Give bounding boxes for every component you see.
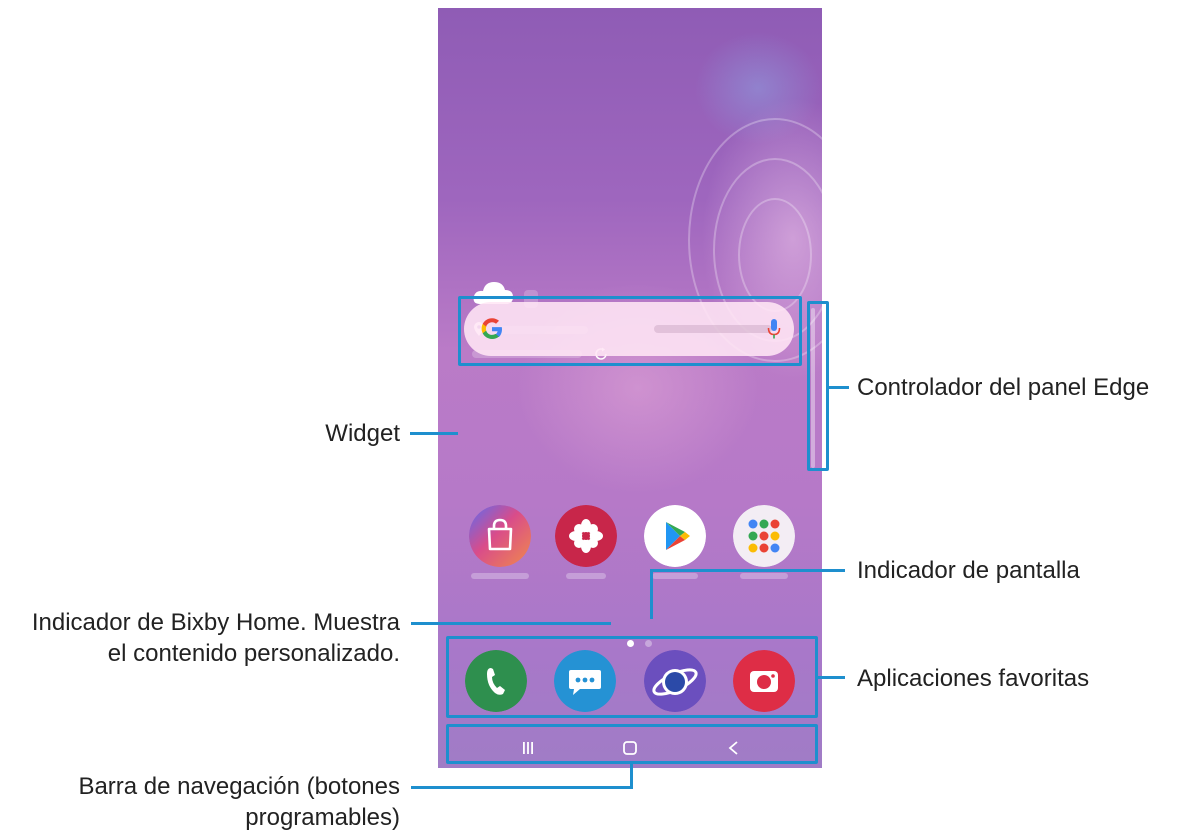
wallpaper-swirl <box>738 198 812 312</box>
navbar-callout-line <box>411 786 633 789</box>
google-folder-icon[interactable] <box>733 505 795 567</box>
navbar-callout-box <box>446 724 818 764</box>
bixby-callout-line <box>411 622 611 625</box>
widget-label: Widget <box>325 420 400 447</box>
edge-panel-callout-line <box>829 386 849 389</box>
play-store-icon[interactable] <box>644 505 706 567</box>
gallery-icon[interactable] <box>555 505 617 567</box>
edge-panel-callout-box <box>807 301 829 471</box>
nav-bar-label-line2: programables) <box>245 804 400 831</box>
nav-bar-label-line1: Barra de navegación (botones <box>78 773 400 800</box>
app-label-blur <box>740 573 788 579</box>
widget-callout-line <box>410 432 458 435</box>
edge-panel-handle-label: Controlador del panel Edge <box>857 374 1150 401</box>
widget-callout-box <box>458 296 802 366</box>
screen-indicator-callout-line-vertical <box>650 569 653 619</box>
app-label-blur <box>652 573 698 579</box>
navbar-callout-line-vertical <box>630 764 633 788</box>
app-label-blur <box>566 573 606 579</box>
favorite-apps-label: Aplicaciones favoritas <box>857 665 1090 692</box>
bixby-home-label-line1: Indicador de Bixby Home. Muestra <box>31 609 400 636</box>
favorite-apps-callout-box <box>446 636 818 718</box>
favorite-apps-callout-line <box>818 676 845 679</box>
galaxy-store-icon[interactable] <box>469 505 531 567</box>
screen-indicator-callout-line <box>650 569 845 572</box>
app-label-blur <box>471 573 529 579</box>
screen-indicator-label: Indicador de pantalla <box>857 557 1080 584</box>
bixby-home-label-line2: el contenido personalizado. <box>107 640 400 667</box>
